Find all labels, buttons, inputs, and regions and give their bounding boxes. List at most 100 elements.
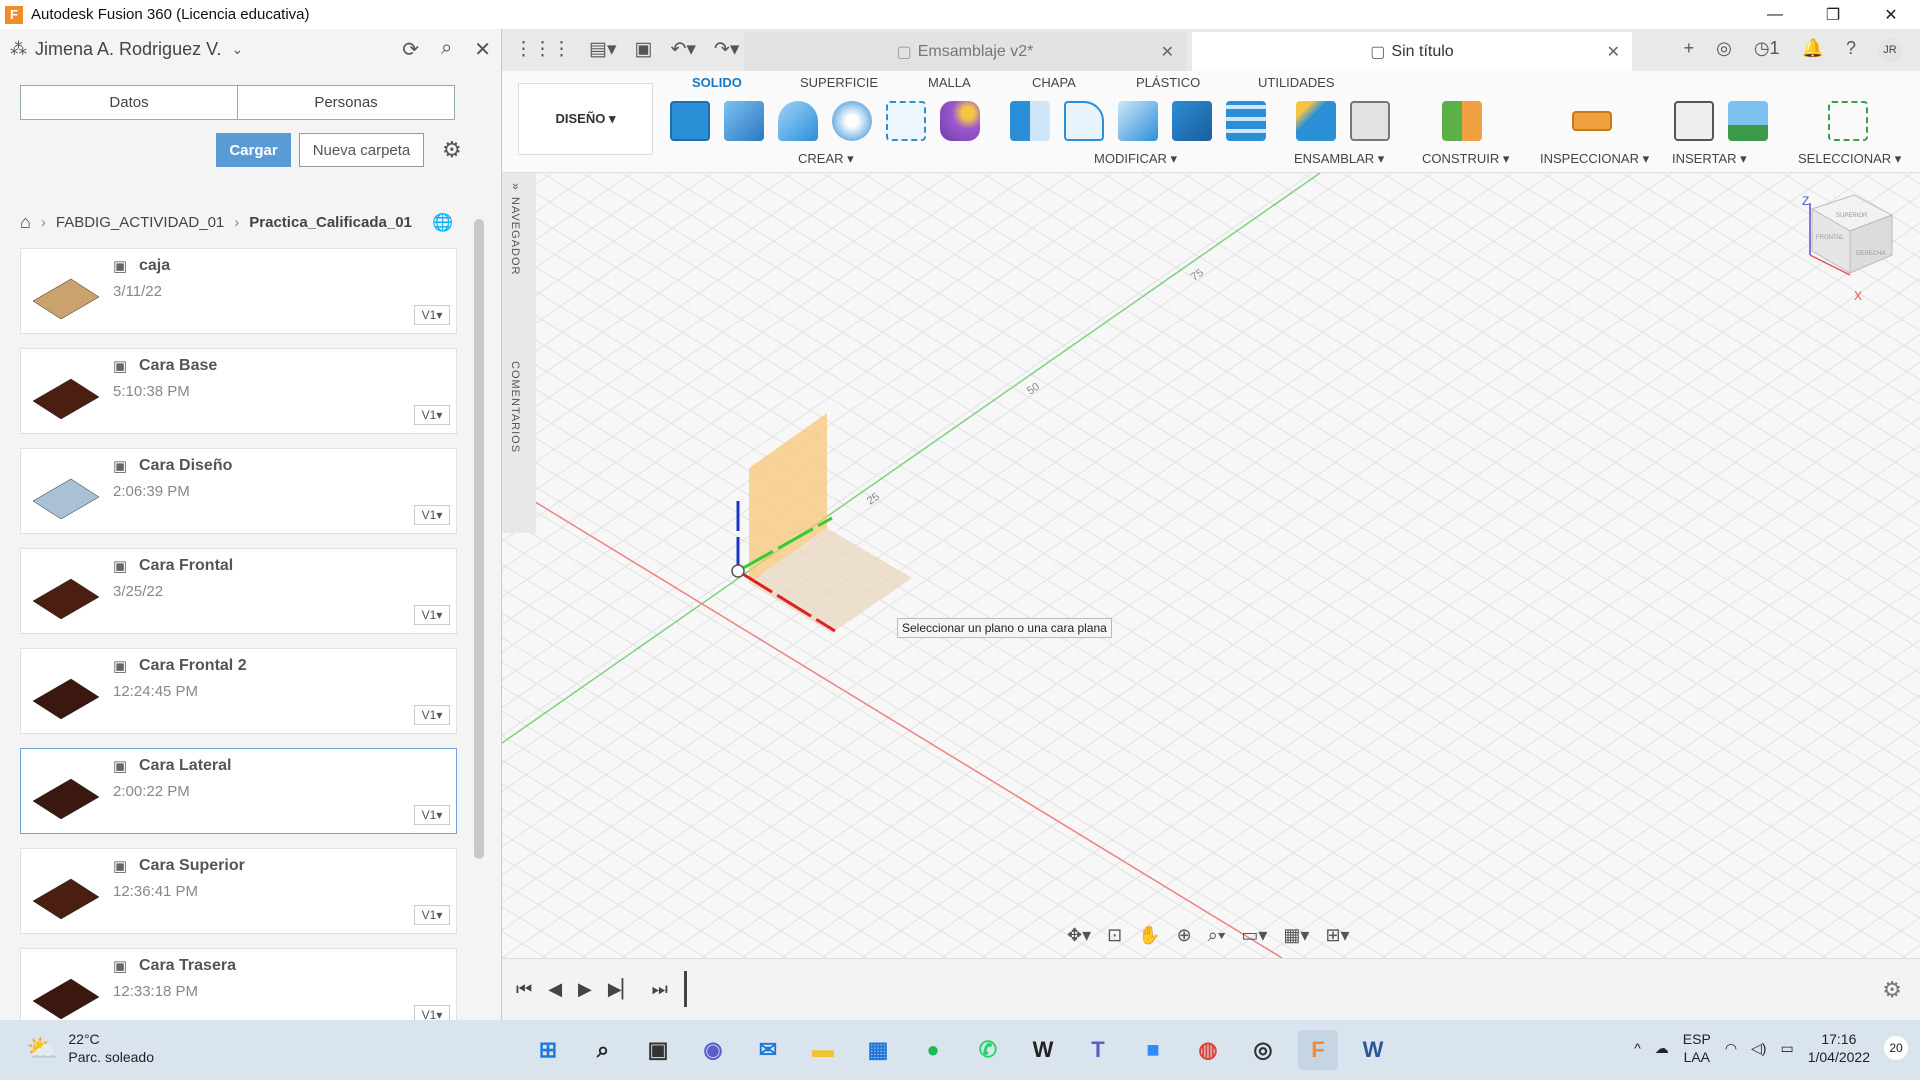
tab-malla[interactable]: MALLA: [928, 75, 971, 90]
display-settings-icon[interactable]: ▭▾: [1241, 925, 1267, 946]
hole-icon[interactable]: [832, 101, 872, 141]
seleccionar-menu[interactable]: SELECCIONAR ▾: [1798, 151, 1901, 167]
extrude-icon[interactable]: [724, 101, 764, 141]
tab-plastico[interactable]: PLÁSTICO: [1136, 75, 1200, 90]
crear-menu[interactable]: CREAR ▾: [798, 151, 854, 167]
shell-icon[interactable]: [1118, 101, 1158, 141]
file-card[interactable]: ▣ Cara Base 5:10:38 PM V1▾: [20, 348, 457, 434]
extensions-icon[interactable]: ◎: [1716, 38, 1732, 62]
onedrive-icon[interactable]: ☁: [1655, 1040, 1669, 1057]
file-card[interactable]: ▣ Cara Frontal 3/25/22 V1▾: [20, 548, 457, 634]
store-icon[interactable]: ▦: [858, 1030, 898, 1070]
search-icon[interactable]: ⌕: [583, 1030, 623, 1070]
wattpad-icon[interactable]: W: [1023, 1030, 1063, 1070]
insert-image-icon[interactable]: [1728, 101, 1768, 141]
gear-icon[interactable]: ⚙: [442, 137, 462, 163]
close-tab-icon[interactable]: ✕: [1607, 42, 1620, 62]
new-component-icon[interactable]: [1296, 101, 1336, 141]
battery-icon[interactable]: ▭: [1780, 1040, 1793, 1057]
file-explorer-icon[interactable]: ▬: [803, 1030, 843, 1070]
upload-button[interactable]: Cargar: [216, 133, 291, 167]
zoom-icon[interactable]: ■: [1133, 1030, 1173, 1070]
pan-icon[interactable]: ✋: [1138, 925, 1160, 946]
grid-settings-icon[interactable]: ▦▾: [1283, 925, 1309, 946]
origin-point[interactable]: [731, 564, 745, 578]
measure-icon[interactable]: [1572, 111, 1612, 131]
ensamblar-menu[interactable]: ENSAMBLAR ▾: [1294, 151, 1384, 167]
viewports-icon[interactable]: ⊞▾: [1325, 925, 1349, 946]
job-status-icon[interactable]: ◷1: [1754, 38, 1780, 62]
joint-icon[interactable]: [1350, 101, 1390, 141]
chat-icon[interactable]: ◉: [693, 1030, 733, 1070]
version-dropdown[interactable]: V1▾: [414, 805, 450, 825]
close-panel-icon[interactable]: ✕: [474, 37, 491, 62]
select-window-icon[interactable]: [1828, 101, 1868, 141]
zoom-icon[interactable]: ⊕: [1177, 925, 1192, 946]
user-name[interactable]: Jimena A. Rodriguez V.: [35, 39, 221, 60]
fusion-icon[interactable]: F: [1298, 1030, 1338, 1070]
look-at-icon[interactable]: ⊡: [1107, 925, 1122, 946]
workspace-switcher[interactable]: DISEÑO ▾: [518, 83, 653, 155]
minimize-button[interactable]: —: [1746, 0, 1804, 29]
restore-button[interactable]: ❐: [1804, 0, 1862, 29]
chevron-down-icon[interactable]: ⌄: [231, 41, 243, 58]
version-dropdown[interactable]: V1▾: [414, 405, 450, 425]
notifications-icon[interactable]: 🔔: [1802, 38, 1824, 62]
tab-personas[interactable]: Personas: [238, 86, 454, 119]
new-tab-icon[interactable]: +: [1684, 38, 1695, 62]
teams-icon[interactable]: T: [1078, 1030, 1118, 1070]
notification-badge[interactable]: 20: [1884, 1036, 1908, 1060]
tab-utilidades[interactable]: UTILIDADES: [1258, 75, 1335, 90]
mail-icon[interactable]: ✉: [748, 1030, 788, 1070]
document-tab-sin-titulo[interactable]: ▢ Sin título ✕: [1192, 32, 1632, 71]
help-icon[interactable]: ?: [1846, 38, 1856, 62]
chrome-icon[interactable]: ◍: [1188, 1030, 1228, 1070]
comments-label[interactable]: COMENTARIOS: [509, 361, 521, 453]
whatsapp-icon[interactable]: ✆: [968, 1030, 1008, 1070]
version-dropdown[interactable]: V1▾: [414, 905, 450, 925]
save-icon[interactable]: ▣: [635, 38, 653, 61]
new-folder-button[interactable]: Nueva carpeta: [299, 133, 424, 167]
app-dark-icon[interactable]: ◎: [1243, 1030, 1283, 1070]
file-card[interactable]: ▣ Cara Superior 12:36:41 PM V1▾: [20, 848, 457, 934]
search-icon[interactable]: ⌕: [441, 37, 452, 62]
navigator-label[interactable]: NAVEGADOR: [509, 197, 521, 275]
avatar[interactable]: JR: [1878, 38, 1902, 62]
tab-datos[interactable]: Datos: [21, 86, 238, 119]
globe-icon[interactable]: 🌐: [432, 213, 453, 233]
spotify-icon[interactable]: ●: [913, 1030, 953, 1070]
clock[interactable]: 17:16 1/04/2022: [1808, 1030, 1870, 1066]
go-to-end-icon[interactable]: ⏭: [652, 979, 668, 1007]
revolve-icon[interactable]: [778, 101, 818, 141]
pattern-icon[interactable]: [886, 101, 926, 141]
combine-icon[interactable]: [1172, 101, 1212, 141]
insertar-menu[interactable]: INSERTAR ▾: [1672, 151, 1747, 167]
breadcrumb-project[interactable]: FABDIG_ACTIVIDAD_01: [56, 214, 224, 231]
insert-derive-icon[interactable]: [1674, 101, 1714, 141]
tab-chapa[interactable]: CHAPA: [1032, 75, 1076, 90]
tab-superficie[interactable]: SUPERFICIE: [800, 75, 878, 90]
file-card[interactable]: ▣ Cara Diseño 2:06:39 PM V1▾: [20, 448, 457, 534]
breadcrumb-folder[interactable]: Practica_Calificada_01: [249, 214, 412, 231]
weather-widget[interactable]: ⛅ 22°C Parc. soleado: [26, 1030, 154, 1066]
start-icon[interactable]: ⊞: [528, 1030, 568, 1070]
orbit-icon[interactable]: ✥▾: [1067, 925, 1091, 946]
file-card[interactable]: ▣ caja 3/11/22 V1▾: [20, 248, 457, 334]
construir-menu[interactable]: CONSTRUIR ▾: [1422, 151, 1509, 167]
redo-icon[interactable]: ↷▾: [714, 38, 739, 61]
version-dropdown[interactable]: V1▾: [414, 305, 450, 325]
fillet-icon[interactable]: [1064, 101, 1104, 141]
step-forward-icon[interactable]: ▶▏: [608, 979, 636, 1007]
gear-icon[interactable]: ⚙: [1882, 977, 1902, 1003]
data-panel-scrollbar[interactable]: [474, 219, 484, 859]
offset-plane-icon[interactable]: [1442, 101, 1482, 141]
play-icon[interactable]: ▶: [578, 979, 592, 1007]
canvas-viewport[interactable]: 25 50 75 SUPERIOR FRONTAL DERECHA Z X » …: [502, 173, 1920, 958]
language-indicator[interactable]: ESP LAA: [1683, 1030, 1711, 1066]
undo-icon[interactable]: ↶▾: [670, 38, 695, 61]
version-dropdown[interactable]: V1▾: [414, 705, 450, 725]
step-back-icon[interactable]: ◀: [548, 979, 562, 1007]
version-dropdown[interactable]: V1▾: [414, 605, 450, 625]
create-form-icon[interactable]: [940, 101, 980, 141]
tab-solido[interactable]: SOLIDO: [692, 75, 742, 90]
